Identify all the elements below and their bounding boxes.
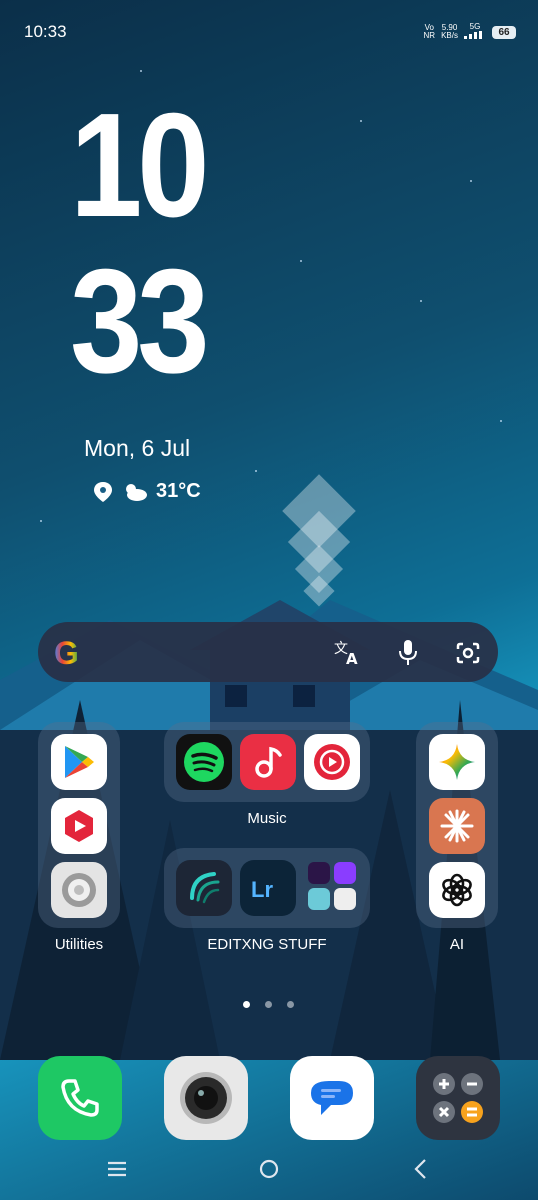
- music-note-icon: [255, 746, 282, 778]
- spotify-icon: [184, 742, 224, 782]
- folder-label-editing: EDITXNG STUFF: [207, 936, 327, 953]
- status-bar: 10:33 Vo NR 5.90 KB/s 5G 66: [0, 20, 538, 48]
- lens-icon[interactable]: [455, 641, 481, 665]
- date-label[interactable]: Mon, 6 Jul: [84, 435, 190, 462]
- folder-label-music: Music: [247, 810, 287, 827]
- back-icon[interactable]: [410, 1156, 432, 1182]
- nr-label: NR: [423, 31, 436, 40]
- lightroom-app[interactable]: Lr: [240, 860, 296, 916]
- claude-app[interactable]: [429, 798, 485, 854]
- home-icon[interactable]: [256, 1156, 282, 1182]
- chatgpt-app[interactable]: [429, 862, 485, 918]
- signal-bars-icon: [464, 31, 482, 39]
- mini-app-3-icon[interactable]: [308, 888, 330, 910]
- folder-label-ai: AI: [449, 936, 465, 953]
- signal-label: 5G: [469, 22, 481, 31]
- google-logo: G: [54, 635, 79, 671]
- dock-calculator-app[interactable]: [416, 1056, 500, 1140]
- dock-camera-app[interactable]: [164, 1056, 248, 1140]
- google-search-bar[interactable]: G 文 A: [38, 622, 498, 682]
- spotify-app[interactable]: [176, 734, 232, 790]
- status-time: 10:33: [24, 22, 67, 41]
- status-icons: Vo NR 5.90 KB/s 5G 66: [424, 23, 516, 41]
- play-store-app[interactable]: [51, 734, 107, 790]
- weather-widget[interactable]: 31°C: [92, 480, 201, 503]
- youtube-create-icon: [65, 810, 93, 842]
- mini-app-4-icon[interactable]: [334, 888, 356, 910]
- svg-text:A: A: [346, 650, 358, 665]
- mini-app-2-icon[interactable]: [334, 862, 356, 884]
- menu-icon[interactable]: [106, 1156, 128, 1182]
- youtube-create-app[interactable]: [51, 798, 107, 854]
- location-icon: [94, 481, 112, 502]
- youtube-music-app[interactable]: [304, 734, 360, 790]
- clock-minute[interactable]: 33: [70, 248, 210, 396]
- chatgpt-icon: [442, 873, 472, 907]
- folder-utilities[interactable]: [38, 722, 120, 928]
- battery-indicator: 66: [492, 25, 516, 39]
- network-speed: 5.90 KB/s: [441, 24, 458, 40]
- play-store-icon: [65, 746, 94, 778]
- page-dot-active[interactable]: [243, 1001, 250, 1008]
- network-indicator: Vo NR: [424, 24, 436, 40]
- claude-burst-icon: [440, 809, 474, 843]
- messages-bubble-icon: [311, 1081, 353, 1115]
- speed-unit: KB/s: [441, 31, 458, 40]
- clock-hour[interactable]: 10: [70, 92, 210, 240]
- folder-label-utilities: Utilities: [54, 936, 104, 953]
- settings-app[interactable]: [51, 862, 107, 918]
- page-dot[interactable]: [265, 1001, 272, 1008]
- translate-icon[interactable]: 文 A: [334, 639, 362, 665]
- music-app[interactable]: [240, 734, 296, 790]
- gemini-star-icon: [439, 744, 475, 780]
- camera-lens-icon: [180, 1072, 232, 1124]
- signal-indicator: 5G: [464, 23, 486, 41]
- page-dot[interactable]: [287, 1001, 294, 1008]
- phone-icon: [61, 1079, 99, 1117]
- folder-ai[interactable]: [416, 722, 498, 928]
- folder-music[interactable]: [164, 722, 370, 802]
- folder-editing[interactable]: Lr: [164, 848, 370, 928]
- lightroom-icon: Lr: [251, 877, 273, 902]
- gemini-app[interactable]: [429, 734, 485, 790]
- temperature: 31°C: [156, 480, 201, 502]
- settings-gear-icon: [62, 873, 96, 907]
- alight-motion-app[interactable]: [176, 860, 232, 916]
- partly-cloudy-icon: [126, 483, 147, 501]
- youtube-music-icon: [314, 744, 350, 780]
- dock-messages-app[interactable]: [290, 1056, 374, 1140]
- mini-app-1-icon[interactable]: [308, 862, 330, 884]
- svg-text:Lr: Lr: [251, 877, 273, 902]
- calculator-icon: [433, 1073, 483, 1123]
- mini-apps-group[interactable]: [308, 862, 360, 914]
- alight-motion-icon: [190, 872, 220, 904]
- mic-icon[interactable]: [398, 639, 418, 667]
- dock-phone-app[interactable]: [38, 1056, 122, 1140]
